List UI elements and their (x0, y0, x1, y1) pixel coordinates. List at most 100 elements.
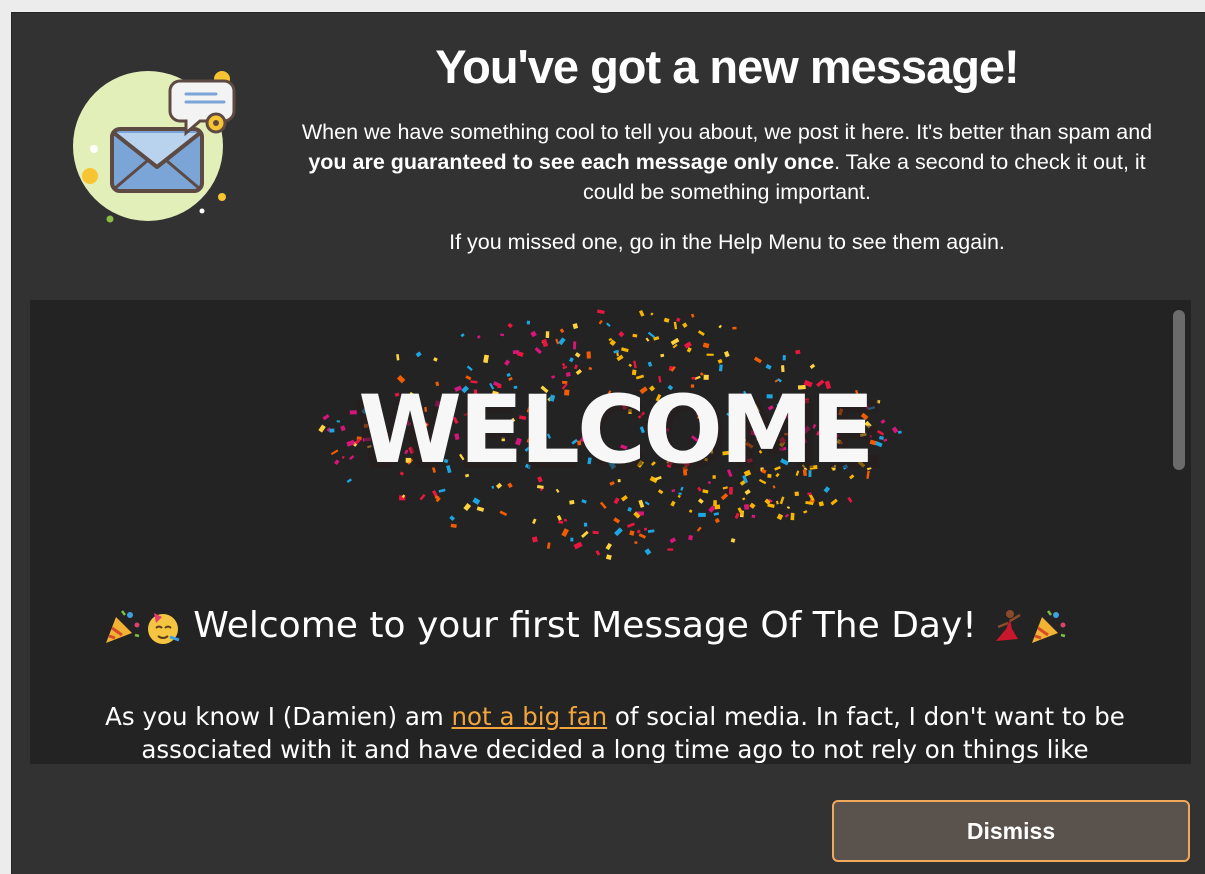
banner-text: WELCOME (358, 376, 871, 485)
confetti-piece (809, 363, 816, 369)
confetti-piece (698, 512, 706, 517)
confetti-piece (606, 322, 611, 327)
confetti-piece (720, 493, 729, 501)
message-content-pane[interactable]: WELCOME WELCOME Welcome to your first Me… (30, 300, 1191, 764)
confetti-piece (730, 538, 736, 543)
confetti-piece (433, 357, 438, 362)
confetti-piece (504, 359, 511, 366)
confetti-piece (627, 506, 633, 512)
confetti-piece (415, 351, 422, 358)
social-media-link[interactable]: not a big fan (452, 702, 608, 731)
confetti-piece (342, 455, 345, 459)
confetti-piece (718, 364, 723, 372)
confetti-piece (743, 504, 750, 510)
confetti-piece (561, 362, 566, 367)
confetti-piece (620, 494, 628, 502)
confetti-piece (647, 361, 653, 367)
confetti-piece (891, 426, 899, 434)
partying-face-icon (147, 613, 180, 644)
missed-note: If you missed one, go in the Help Menu t… (449, 230, 1005, 254)
confetti-piece (563, 518, 568, 522)
confetti-piece (647, 331, 656, 339)
confetti-piece (545, 331, 550, 338)
confetti-piece (450, 523, 457, 529)
confetti-piece (638, 309, 645, 317)
confetti-piece (751, 514, 756, 519)
confetti-piece (330, 449, 339, 456)
confetti-piece (714, 517, 721, 524)
confetti-piece (696, 526, 702, 532)
confetti-piece (688, 509, 693, 513)
confetti-piece (847, 496, 853, 503)
confetti-piece (588, 366, 593, 371)
confetti-piece (507, 322, 513, 329)
confetti-piece (667, 548, 674, 551)
confetti-piece (807, 492, 812, 496)
confetti-piece (500, 333, 505, 337)
confetti-piece (803, 510, 808, 514)
confetti-piece (673, 321, 678, 330)
confetti-piece (702, 342, 710, 349)
confetti-piece (628, 363, 632, 368)
confetti-piece (530, 330, 537, 338)
confetti-piece (677, 494, 681, 498)
confetti-piece (613, 517, 621, 524)
confetti-piece (318, 424, 326, 433)
confetti-piece (614, 527, 623, 537)
confetti-piece (573, 541, 583, 550)
confetti-piece (336, 420, 341, 423)
confetti-piece (776, 513, 784, 521)
confetti-piece (644, 527, 648, 531)
confetti-piece (790, 512, 795, 521)
confetti-piece (688, 535, 693, 541)
confetti-piece (449, 515, 455, 522)
party-popper-icon (1032, 610, 1066, 643)
confetti-piece (781, 365, 785, 373)
confetti-piece (586, 351, 591, 359)
confetti-piece (613, 497, 620, 505)
confetti-piece (555, 338, 560, 345)
confetti-piece (634, 541, 638, 544)
confetti-piece (690, 313, 695, 318)
confetti-piece (466, 365, 473, 372)
confetti-piece (605, 554, 612, 560)
intro-paragraph: When we have something cool to tell you … (282, 117, 1172, 207)
confetti-piece (631, 369, 637, 376)
confetti-piece (546, 542, 551, 549)
confetti-piece (782, 355, 786, 361)
confetti-piece (714, 504, 721, 510)
message-body: As you know I (Damien) am not a big fan … (70, 700, 1160, 764)
envelope-message-icon (73, 71, 236, 223)
confetti-piece (897, 430, 902, 434)
confetti-piece (647, 529, 655, 533)
confetti-piece (682, 322, 688, 328)
intro-bold-guarantee: you are guaranteed to see each message o… (308, 150, 835, 174)
confetti-piece (683, 341, 692, 349)
confetti-piece (697, 498, 704, 504)
confetti-piece (512, 350, 519, 355)
confetti-piece (472, 497, 481, 505)
message-dialog: You've got a new message! When we have s… (11, 12, 1205, 874)
confetti-piece (620, 347, 629, 353)
confetti-piece (678, 492, 682, 495)
confetti-piece (742, 497, 746, 501)
confetti-piece (574, 352, 581, 358)
confetti-piece (749, 502, 756, 509)
confetti-piece (786, 506, 790, 509)
confetti-piece (795, 349, 801, 355)
dancer-icon (996, 610, 1021, 641)
confetti-piece (599, 501, 607, 510)
confetti-piece (575, 368, 582, 375)
confetti-piece (638, 533, 647, 539)
dismiss-button[interactable]: Dismiss (832, 800, 1190, 862)
confetti-piece (676, 317, 681, 323)
confetti-piece (697, 330, 705, 336)
welcome-banner-image: WELCOME WELCOME (318, 309, 902, 560)
confetti-piece (595, 550, 601, 556)
confetti-piece (322, 414, 330, 421)
confetti-piece (650, 312, 654, 316)
content-scrollbar-thumb[interactable] (1173, 310, 1185, 470)
confetti-piece (734, 512, 740, 519)
confetti-piece (767, 503, 775, 508)
confetti-piece (534, 347, 542, 355)
